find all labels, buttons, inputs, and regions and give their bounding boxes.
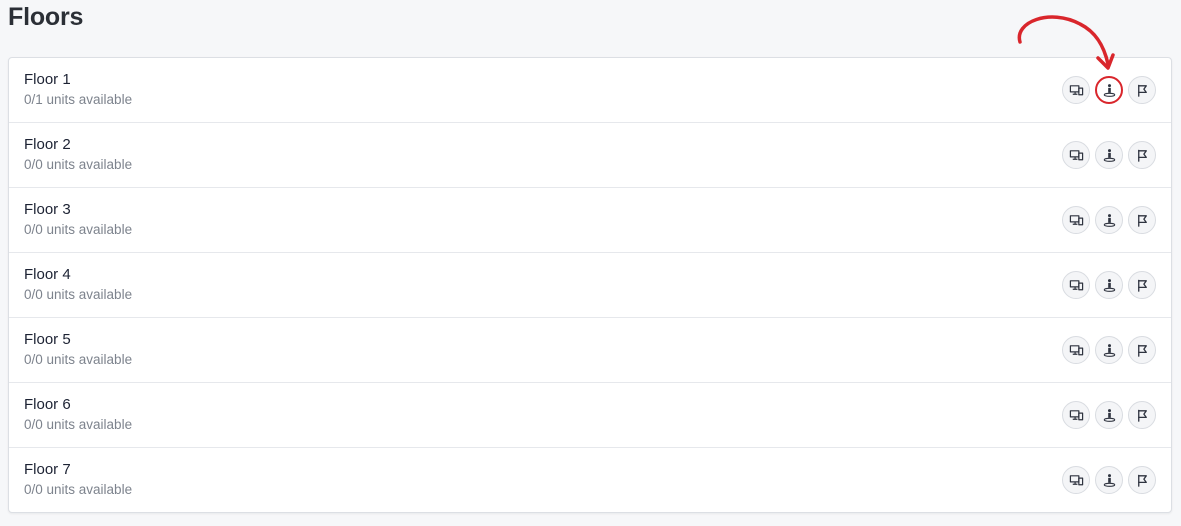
floor-units-available: 0/0 units available: [24, 352, 133, 367]
flag-icon: [1135, 408, 1150, 423]
devices-icon: [1069, 278, 1084, 293]
floor-units-available: 0/1 units available: [24, 92, 133, 107]
flag-icon: [1135, 278, 1150, 293]
person-icon: [1102, 473, 1117, 488]
floor-row-4[interactable]: Floor 4 0/0 units available: [9, 253, 1171, 318]
flag-button[interactable]: [1128, 206, 1156, 234]
person-icon: [1102, 408, 1117, 423]
floor-units-available: 0/0 units available: [24, 157, 133, 172]
floor-units-available: 0/0 units available: [24, 482, 133, 497]
flag-button[interactable]: [1128, 336, 1156, 364]
person-button[interactable]: [1095, 271, 1123, 299]
devices-icon: [1069, 408, 1084, 423]
floor-name[interactable]: Floor 5: [24, 331, 71, 348]
floor-actions: [1062, 336, 1156, 364]
annotation-arrow: [1017, 15, 1115, 70]
person-icon: [1102, 278, 1117, 293]
devices-button[interactable]: [1062, 466, 1090, 494]
person-button[interactable]: [1095, 336, 1123, 364]
floor-row-2[interactable]: Floor 2 0/0 units available: [9, 123, 1171, 188]
devices-icon: [1069, 213, 1084, 228]
floors-list: Floor 1 0/1 units available Floor 2 0/0 …: [8, 57, 1172, 513]
person-button[interactable]: [1095, 141, 1123, 169]
flag-icon: [1135, 213, 1150, 228]
floor-name[interactable]: Floor 4: [24, 266, 71, 283]
person-icon: [1102, 148, 1117, 163]
flag-icon: [1135, 148, 1150, 163]
floor-actions: [1062, 401, 1156, 429]
flag-button[interactable]: [1128, 76, 1156, 104]
person-icon: [1102, 213, 1117, 228]
person-button[interactable]: [1095, 206, 1123, 234]
person-button[interactable]: [1095, 401, 1123, 429]
devices-button[interactable]: [1062, 336, 1090, 364]
person-button[interactable]: [1095, 466, 1123, 494]
flag-button[interactable]: [1128, 401, 1156, 429]
flag-icon: [1135, 473, 1150, 488]
devices-button[interactable]: [1062, 271, 1090, 299]
devices-icon: [1069, 473, 1084, 488]
flag-button[interactable]: [1128, 271, 1156, 299]
devices-button[interactable]: [1062, 206, 1090, 234]
devices-icon: [1069, 83, 1084, 98]
devices-icon: [1069, 343, 1084, 358]
floor-name[interactable]: Floor 1: [24, 71, 71, 88]
floor-units-available: 0/0 units available: [24, 417, 133, 432]
floor-name[interactable]: Floor 3: [24, 201, 71, 218]
person-icon: [1102, 343, 1117, 358]
devices-button[interactable]: [1062, 141, 1090, 169]
floor-actions: [1062, 466, 1156, 494]
floor-row-7[interactable]: Floor 7 0/0 units available: [9, 448, 1171, 512]
floor-name[interactable]: Floor 7: [24, 461, 71, 478]
person-button[interactable]: [1095, 76, 1123, 104]
flag-button[interactable]: [1128, 141, 1156, 169]
floor-actions: [1062, 271, 1156, 299]
person-icon: [1102, 83, 1117, 98]
floor-units-available: 0/0 units available: [24, 222, 133, 237]
flag-button[interactable]: [1128, 466, 1156, 494]
floor-row-6[interactable]: Floor 6 0/0 units available: [9, 383, 1171, 448]
floor-actions: [1062, 141, 1156, 169]
floor-actions: [1062, 76, 1156, 104]
devices-button[interactable]: [1062, 401, 1090, 429]
floor-units-available: 0/0 units available: [24, 287, 133, 302]
floor-name[interactable]: Floor 2: [24, 136, 71, 153]
devices-button[interactable]: [1062, 76, 1090, 104]
floor-row-5[interactable]: Floor 5 0/0 units available: [9, 318, 1171, 383]
devices-icon: [1069, 148, 1084, 163]
floor-actions: [1062, 206, 1156, 234]
floor-row-3[interactable]: Floor 3 0/0 units available: [9, 188, 1171, 253]
page-title: Floors: [8, 3, 84, 31]
floor-name[interactable]: Floor 6: [24, 396, 71, 413]
flag-icon: [1135, 83, 1150, 98]
flag-icon: [1135, 343, 1150, 358]
floor-row-1[interactable]: Floor 1 0/1 units available: [9, 58, 1171, 123]
